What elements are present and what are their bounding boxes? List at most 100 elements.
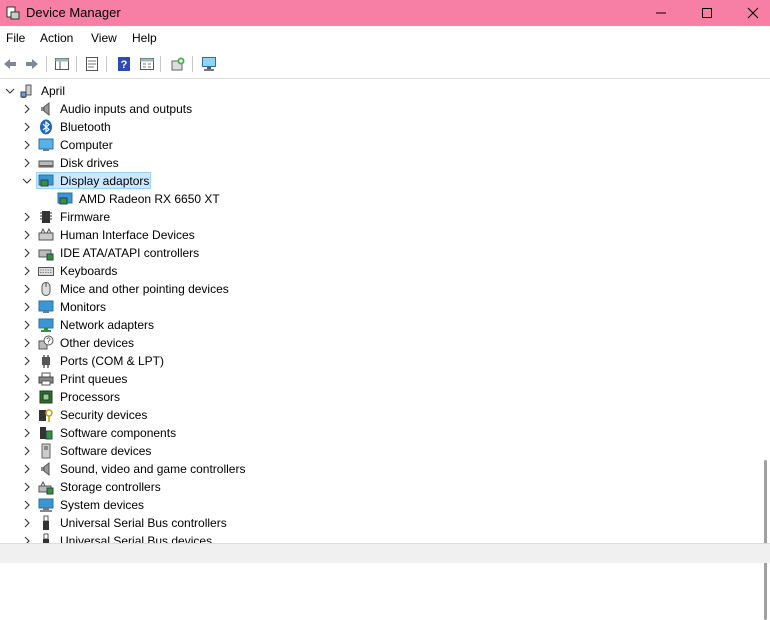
chevron-right-icon[interactable] bbox=[21, 427, 33, 439]
tree-item-system-devices[interactable]: System devices bbox=[0, 496, 760, 514]
properties-icon bbox=[86, 57, 98, 71]
tree-item-usb-controllers[interactable]: Universal Serial Bus controllers bbox=[0, 514, 760, 532]
tree-item-mice[interactable]: Mice and other pointing devices bbox=[0, 280, 760, 298]
chevron-right-icon[interactable] bbox=[21, 445, 33, 457]
toolbar-separator bbox=[192, 56, 193, 72]
tree-item-label: Security devices bbox=[60, 408, 148, 422]
device-tree[interactable]: April Audio inputs and outputs Bluetooth… bbox=[0, 80, 770, 543]
tree-item-firmware[interactable]: Firmware bbox=[0, 208, 760, 226]
chevron-right-icon[interactable] bbox=[21, 247, 33, 259]
tree-item-label: Bluetooth bbox=[60, 120, 111, 134]
sound-controller-icon bbox=[41, 461, 50, 477]
back-button[interactable] bbox=[0, 54, 20, 74]
tree-item-label: Software components bbox=[60, 426, 177, 440]
tree-item-processors[interactable]: Processors bbox=[0, 388, 760, 406]
chevron-right-icon[interactable] bbox=[21, 301, 33, 313]
chevron-right-icon[interactable] bbox=[21, 373, 33, 385]
menu-file[interactable]: File bbox=[6, 31, 25, 45]
show-hide-tree-button[interactable] bbox=[52, 54, 72, 74]
ide-controller-icon bbox=[38, 249, 54, 261]
tree-item-label: AMD Radeon RX 6650 XT bbox=[79, 192, 220, 206]
tree-item-software-components[interactable]: Software components bbox=[0, 424, 760, 442]
tree-item-ide[interactable]: IDE ATA/ATAPI controllers bbox=[0, 244, 760, 262]
tree-item-monitors[interactable]: Monitors bbox=[0, 298, 760, 316]
view-icon bbox=[140, 58, 154, 70]
forward-button[interactable] bbox=[22, 54, 42, 74]
menu-action[interactable]: Action bbox=[40, 31, 73, 45]
printer-icon bbox=[38, 372, 54, 386]
chevron-right-icon[interactable] bbox=[21, 319, 33, 331]
system-devices-icon bbox=[38, 498, 54, 512]
chevron-right-icon[interactable] bbox=[21, 139, 33, 151]
update-driver-button[interactable] bbox=[168, 54, 188, 74]
chevron-right-icon[interactable] bbox=[21, 229, 33, 241]
vertical-scrollbar[interactable] bbox=[762, 80, 768, 620]
view-button[interactable] bbox=[137, 54, 157, 74]
tree-item-amd-radeon[interactable]: AMD Radeon RX 6650 XT bbox=[0, 190, 760, 208]
chevron-right-icon[interactable] bbox=[21, 355, 33, 367]
properties-button[interactable] bbox=[82, 54, 102, 74]
tree-item-display-adaptors[interactable]: Display adaptors bbox=[0, 172, 760, 190]
tree-item-label: Human Interface Devices bbox=[60, 228, 195, 242]
chevron-right-icon[interactable] bbox=[21, 481, 33, 493]
tree-item-label: Ports (COM & LPT) bbox=[60, 354, 165, 368]
chevron-right-icon[interactable] bbox=[21, 283, 33, 295]
maximize-button[interactable] bbox=[684, 0, 730, 26]
chevron-right-icon[interactable] bbox=[21, 211, 33, 223]
tree-item-label: Processors bbox=[60, 390, 121, 404]
chevron-down-icon[interactable] bbox=[21, 175, 33, 187]
mouse-icon bbox=[41, 282, 51, 296]
tree-item-storage-controllers[interactable]: Storage controllers bbox=[0, 478, 760, 496]
help-button[interactable]: ? bbox=[114, 54, 134, 74]
processor-icon bbox=[39, 390, 53, 404]
tree-item-other-devices[interactable]: ? Other devices bbox=[0, 334, 760, 352]
menu-help[interactable]: Help bbox=[132, 31, 157, 45]
tree-item-disk-drives[interactable]: Disk drives bbox=[0, 154, 760, 172]
status-bar bbox=[0, 543, 770, 563]
chevron-right-icon[interactable] bbox=[21, 517, 33, 529]
tree-item-hid[interactable]: Human Interface Devices bbox=[0, 226, 760, 244]
chevron-right-icon[interactable] bbox=[21, 121, 33, 133]
tree-item-print-queues[interactable]: Print queues bbox=[0, 370, 760, 388]
scrollbar-thumb[interactable] bbox=[764, 460, 767, 620]
tree-item-audio[interactable]: Audio inputs and outputs bbox=[0, 100, 760, 118]
chevron-right-icon[interactable] bbox=[21, 265, 33, 277]
computer-icon bbox=[38, 138, 54, 151]
svg-text:?: ? bbox=[121, 59, 128, 71]
tree-item-label: Sound, video and game controllers bbox=[60, 462, 246, 476]
computer-root-icon bbox=[20, 84, 32, 98]
minimize-icon bbox=[656, 12, 666, 14]
menu-view[interactable]: View bbox=[91, 31, 117, 45]
tree-item-computer[interactable]: Computer bbox=[0, 136, 760, 154]
chevron-right-icon[interactable] bbox=[21, 535, 33, 543]
chevron-right-icon[interactable] bbox=[21, 103, 33, 115]
help-icon: ? bbox=[118, 57, 130, 71]
tree-item-usb-devices[interactable]: Universal Serial Bus devices bbox=[0, 532, 760, 543]
chevron-right-icon[interactable] bbox=[21, 157, 33, 169]
tree-root-label: April bbox=[41, 84, 66, 98]
chevron-right-icon[interactable] bbox=[21, 337, 33, 349]
chevron-down-icon[interactable] bbox=[4, 85, 16, 97]
chevron-right-icon[interactable] bbox=[21, 409, 33, 421]
chevron-right-icon[interactable] bbox=[21, 391, 33, 403]
tree-item-software-devices[interactable]: Software devices bbox=[0, 442, 760, 460]
tree-item-security[interactable]: Security devices bbox=[0, 406, 760, 424]
tree-item-label: Computer bbox=[60, 138, 113, 152]
other-devices-icon: ? bbox=[38, 335, 54, 350]
tree-item-network[interactable]: Network adapters bbox=[0, 316, 760, 334]
close-button[interactable] bbox=[730, 0, 770, 26]
monitor-icon bbox=[38, 300, 54, 313]
scan-hardware-button[interactable] bbox=[199, 54, 219, 74]
tree-item-bluetooth[interactable]: Bluetooth bbox=[0, 118, 760, 136]
minimize-button[interactable] bbox=[638, 0, 684, 26]
title-bar[interactable]: Device Manager bbox=[0, 0, 770, 26]
firmware-icon bbox=[40, 211, 52, 223]
tree-item-keyboards[interactable]: Keyboards bbox=[0, 262, 760, 280]
tree-item-label: Firmware bbox=[60, 210, 110, 224]
tree-item-sound-controllers[interactable]: Sound, video and game controllers bbox=[0, 460, 760, 478]
tree-root[interactable]: April bbox=[0, 82, 760, 100]
chevron-right-icon[interactable] bbox=[21, 463, 33, 475]
chevron-right-icon[interactable] bbox=[21, 499, 33, 511]
menu-bar: File Action View Help bbox=[0, 26, 770, 50]
tree-item-ports[interactable]: Ports (COM & LPT) bbox=[0, 352, 760, 370]
